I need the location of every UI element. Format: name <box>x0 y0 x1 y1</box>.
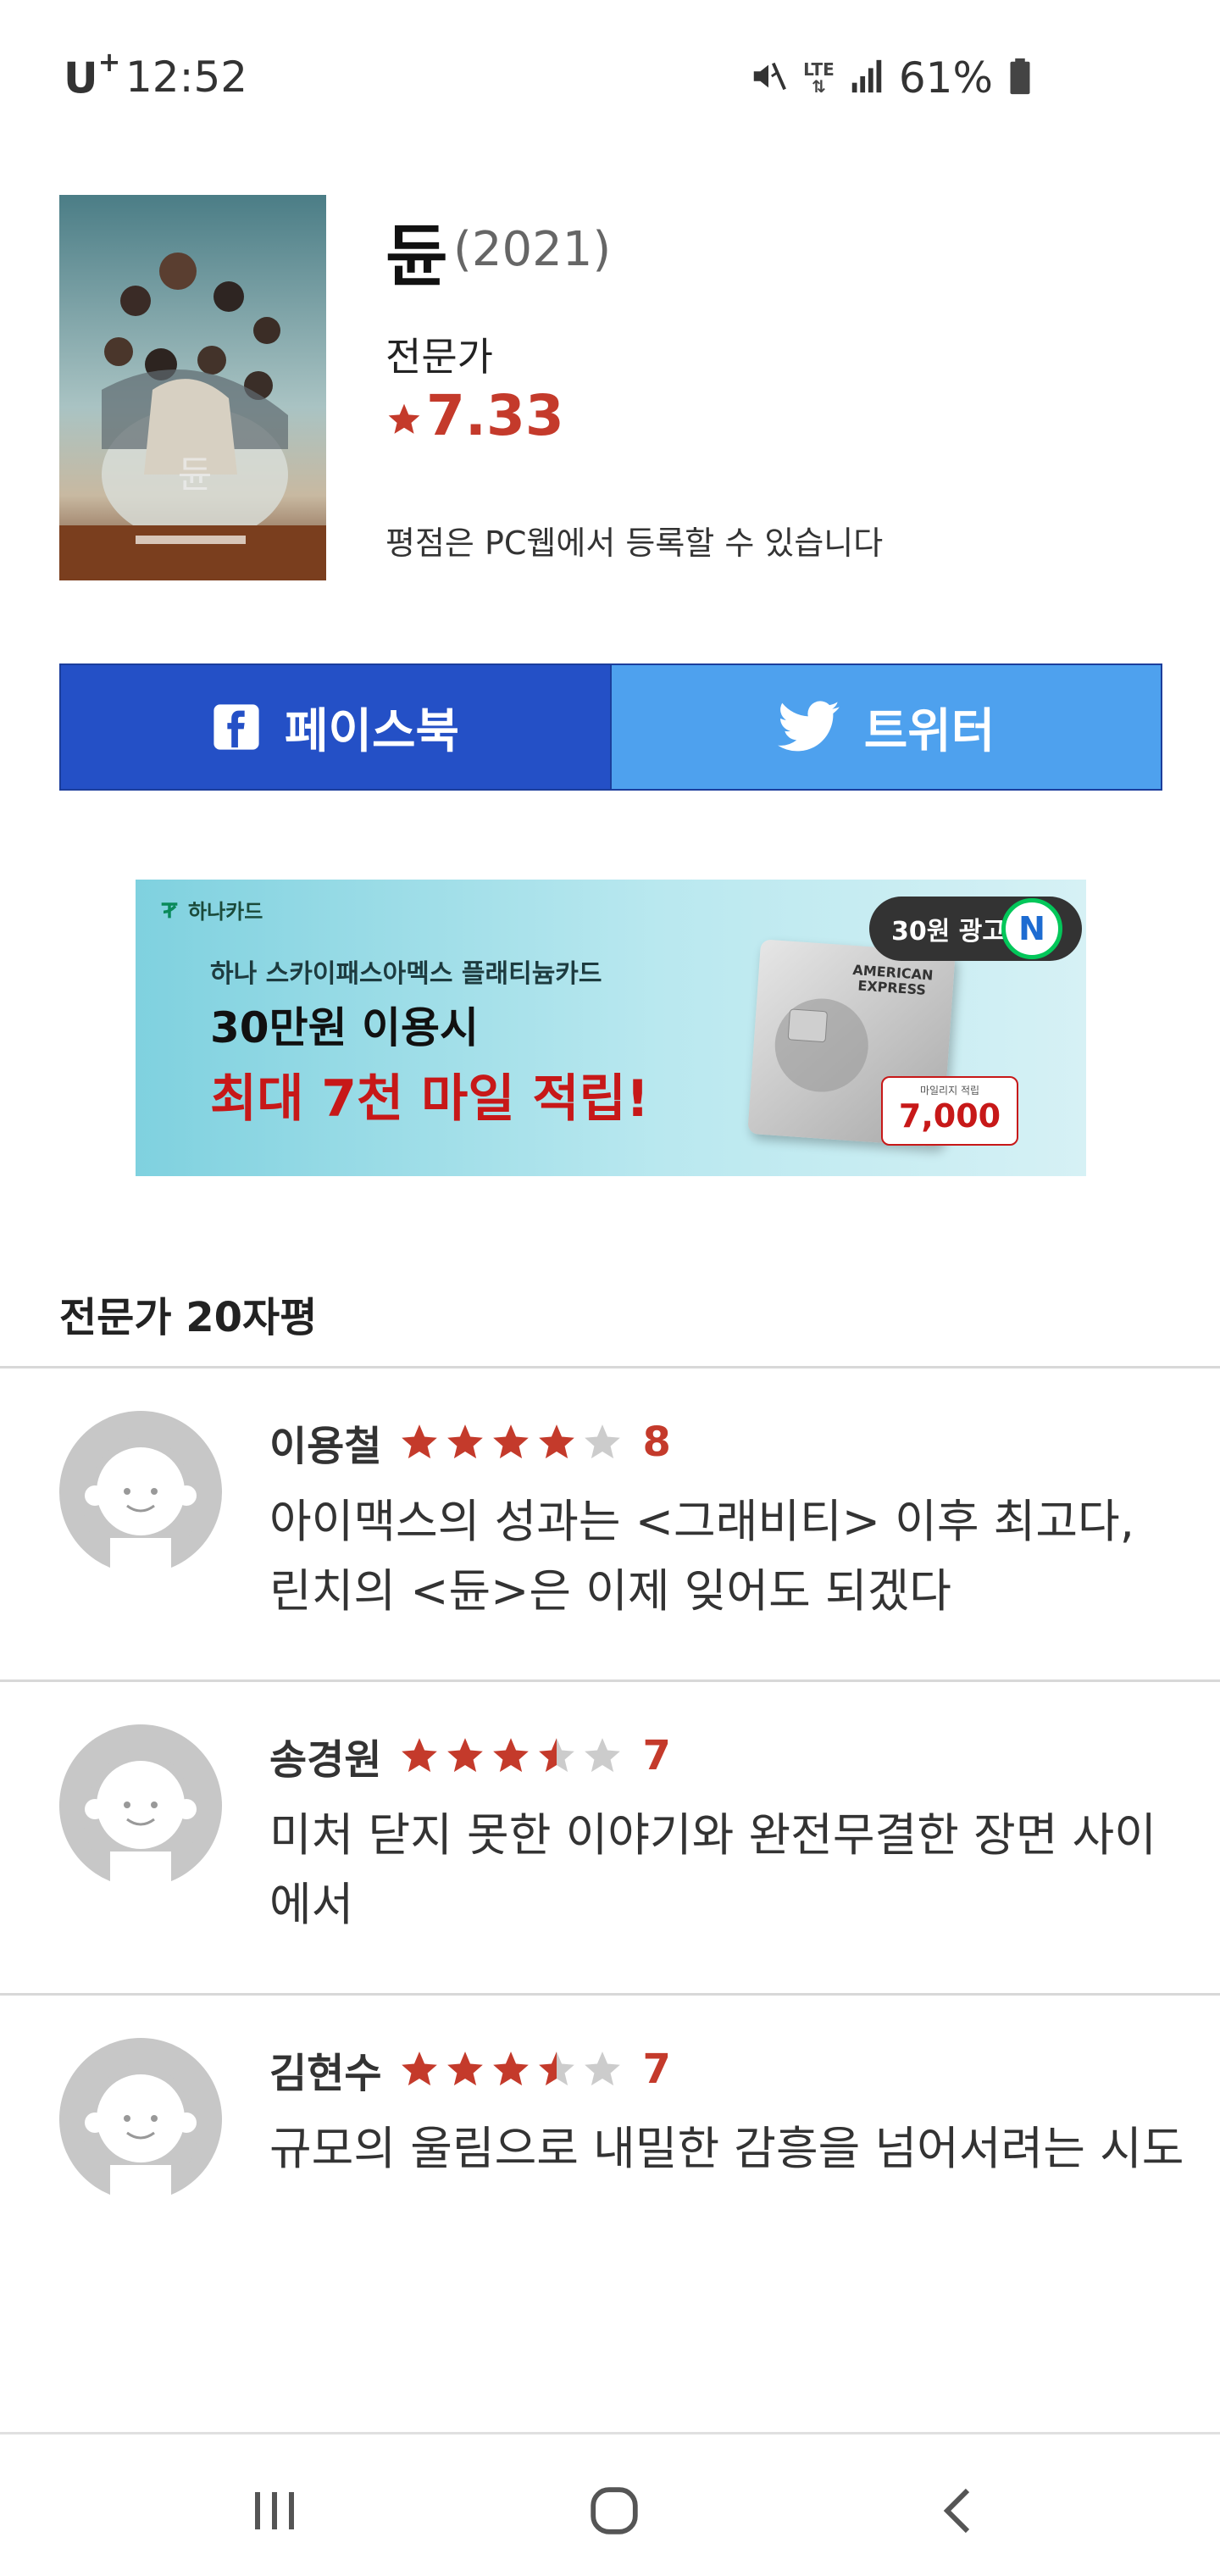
review-text: 아이맥스의 성과는 <그래비티> 이후 최고다, 린치의 <듄>은 이제 잊어도… <box>269 1495 1134 1618</box>
review-score: 7 <box>642 1732 671 1779</box>
share-buttons: 페이스북 트위터 <box>59 663 1162 791</box>
movie-title: 듄 <box>385 217 448 296</box>
hana-logo-icon <box>161 902 178 918</box>
star-empty-icon <box>585 1738 621 1773</box>
battery-icon <box>1008 57 1032 99</box>
review-item: 송경원 7 미처 닫지 못한 이야기와 완전무결한 장면 사이에서 <box>0 1682 1220 1996</box>
ad-headline-card: 하나 스카이패스아멕스 플래티늄카드 <box>210 959 602 989</box>
star-filled-icon <box>493 2051 530 2086</box>
carrier-label: U+ <box>64 46 121 103</box>
review-header: 송경원 7 <box>269 1726 671 1785</box>
star-half-icon <box>539 2051 575 2086</box>
star-half-icon <box>539 1738 575 1773</box>
star-filled-icon <box>539 1424 575 1459</box>
review-score: 8 <box>642 1418 671 1466</box>
twitter-share-label: 트위터 <box>863 703 995 759</box>
naver-n-icon: N <box>1001 898 1062 959</box>
avatar <box>59 1411 222 1574</box>
facebook-share-button[interactable]: 페이스북 <box>59 663 612 791</box>
review-text: 미처 닫지 못한 이야기와 완전무결한 장면 사이에서 <box>269 1808 1156 1931</box>
svg-text:듄: 듄 <box>178 453 212 497</box>
review-item: 김현수 7 규모의 울림으로 내밀한 감흥을 넘어서려는 시도 <box>0 1996 1220 2309</box>
star-filled-icon <box>402 2051 438 2086</box>
recent-apps-icon <box>255 2492 294 2529</box>
battery-level: 61% <box>898 53 993 103</box>
facebook-share-label: 페이스북 <box>284 703 460 759</box>
star-filled-icon <box>402 1738 438 1773</box>
rating-notice: 평점은 PC웹에서 등록할 수 있습니다 <box>385 525 884 562</box>
home-button[interactable] <box>585 2481 644 2540</box>
ad-banner[interactable]: 하나카드 하나 스카이패스아멕스 플래티늄카드 30만원 이용시 최대 7천 마… <box>136 880 1086 1176</box>
star-filled-icon <box>402 1424 438 1459</box>
facebook-icon <box>214 704 259 750</box>
system-nav-bar <box>0 2432 1220 2576</box>
ad-headline-benefit: 최대 7천 마일 적립! <box>210 1069 650 1129</box>
home-icon <box>591 2487 638 2534</box>
critic-rating-label: 전문가 <box>385 334 493 380</box>
twitter-icon <box>777 701 840 752</box>
back-button[interactable] <box>928 2481 987 2540</box>
star-filled-icon <box>493 1424 530 1459</box>
review-item: 이용철 8 아이맥스의 성과는 <그래비티> 이후 최고다, 린치의 <듄>은 이… <box>0 1368 1220 1682</box>
reviewer-name: 이용철 <box>269 1423 382 1470</box>
star-filled-icon <box>447 1738 484 1773</box>
reviewer-name: 송경원 <box>269 1736 382 1784</box>
lte-icon: LTE ⇅ <box>803 59 835 97</box>
star-empty-icon <box>585 2051 621 2086</box>
review-stars <box>398 2048 624 2090</box>
ad-mileage-box: 마일리지 적립 7,000 <box>881 1076 1018 1146</box>
rating-score: 7.33 <box>426 383 564 448</box>
review-header: 이용철 8 <box>269 1413 671 1472</box>
star-icon <box>388 403 420 434</box>
ad-headline-condition: 30만원 이용시 <box>210 1003 479 1052</box>
signal-icon <box>850 57 884 99</box>
review-text: 규모의 울림으로 내밀한 감흥을 넘어서려는 시도 <box>269 2122 1184 2175</box>
review-stars <box>398 1735 624 1777</box>
movie-poster[interactable]: 듄 <box>59 195 326 580</box>
status-icons: LTE ⇅ 61% <box>749 53 1032 103</box>
back-icon <box>943 2488 970 2534</box>
star-empty-icon <box>585 1424 621 1459</box>
review-score: 7 <box>642 2046 671 2093</box>
movie-year: (2021) <box>453 222 612 277</box>
recent-apps-button[interactable] <box>246 2481 305 2540</box>
star-filled-icon <box>447 1424 484 1459</box>
status-bar: U+ 12:52 LTE ⇅ 61% <box>0 0 1220 157</box>
mute-icon <box>749 57 788 99</box>
star-filled-icon <box>447 2051 484 2086</box>
status-time: 12:52 <box>125 53 248 102</box>
avatar <box>59 2038 222 2201</box>
star-filled-icon <box>493 1738 530 1773</box>
critic-rating: 7.33 <box>385 383 564 448</box>
reviews-section-title: 전문가 20자평 <box>59 1294 318 1341</box>
avatar <box>59 1724 222 1887</box>
ad-brand: 하나카드 <box>158 895 263 924</box>
review-header: 김현수 7 <box>269 2040 671 2099</box>
reviewer-name: 김현수 <box>269 2050 382 2097</box>
review-stars <box>398 1421 624 1463</box>
twitter-share-button[interactable]: 트위터 <box>612 663 1162 791</box>
